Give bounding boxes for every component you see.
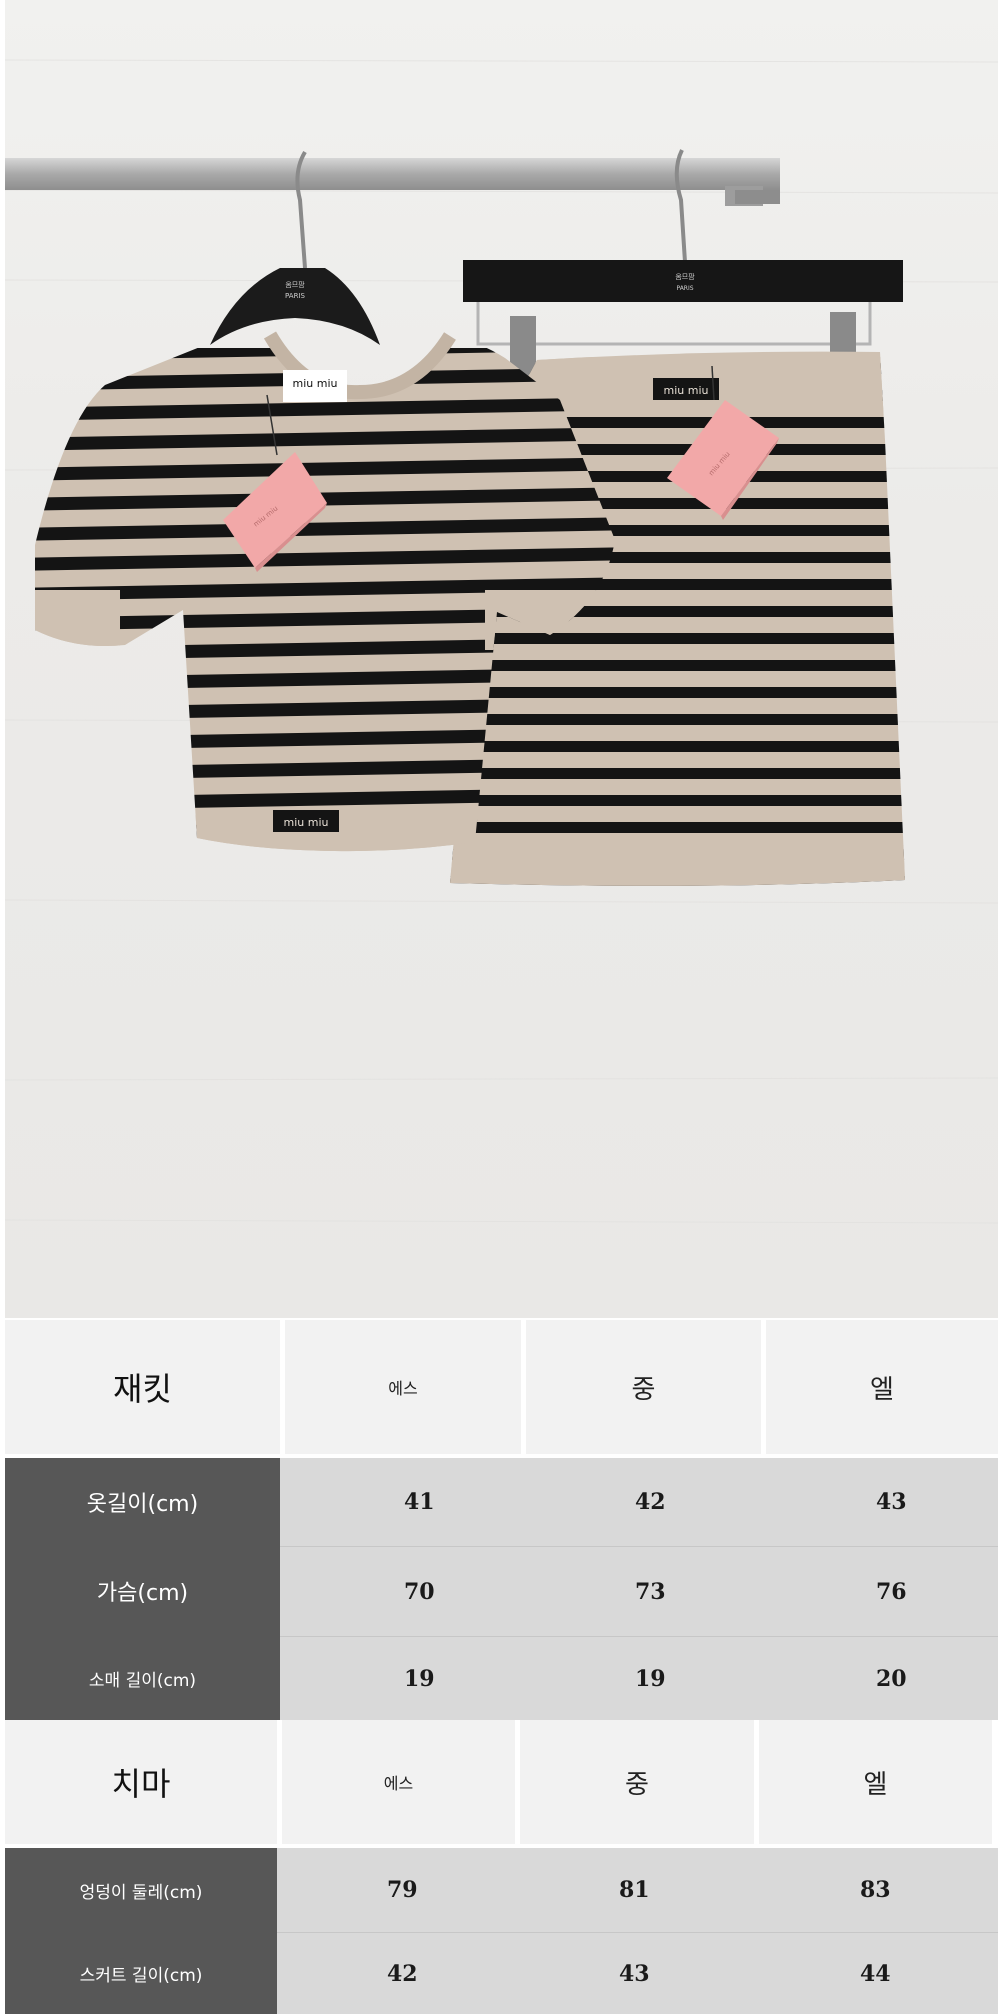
value-s: 79 <box>387 1877 418 1903</box>
value-m: 73 <box>635 1578 666 1605</box>
value-l: 43 <box>876 1489 907 1515</box>
value-l: 76 <box>876 1578 907 1605</box>
row-label-skirt-length: 스커트 길이(cm) <box>5 1932 277 2014</box>
svg-text:옴므팜: 옴므팜 <box>285 280 305 289</box>
jacket-header-row: 재킷 에스 중 엘 <box>5 1320 998 1454</box>
table-row: 엉덩이 둘레(cm) 79 81 83 <box>5 1848 998 1932</box>
clothing-rail <box>5 158 780 206</box>
table-row: 가슴(cm) 70 73 76 <box>5 1546 998 1636</box>
row-label-hip: 엉덩이 둘레(cm) <box>5 1848 277 1932</box>
skirt-size-s: 에스 <box>282 1720 515 1844</box>
value-s: 70 <box>404 1578 435 1605</box>
jacket-size-table: 재킷 에스 중 엘 옷길이(cm) 41 42 43 가슴(cm) 70 73 … <box>5 1318 998 1720</box>
svg-text:PARIS: PARIS <box>676 285 693 292</box>
row-label-sleeve: 소매 길이(cm) <box>5 1636 280 1720</box>
skirt-size-l: 엘 <box>759 1720 992 1844</box>
skirt-size-m: 중 <box>520 1720 754 1844</box>
skirt-header-row: 치마 에스 중 엘 <box>5 1720 998 1844</box>
value-s: 42 <box>387 1960 418 1987</box>
value-l: 83 <box>860 1877 891 1903</box>
row-label-length: 옷길이(cm) <box>5 1458 280 1546</box>
value-m: 81 <box>619 1877 650 1903</box>
svg-text:옴므팜: 옴므팜 <box>675 272 695 281</box>
value-m: 19 <box>635 1665 666 1692</box>
hanger-brand-text: PARIS <box>285 292 305 300</box>
row-label-chest: 가슴(cm) <box>5 1546 280 1636</box>
skirt-size-table: 치마 에스 중 엘 엉덩이 둘레(cm) 79 81 83 스커트 길이(cm)… <box>5 1720 998 2014</box>
neck-label-text: miu miu <box>293 377 338 390</box>
jacket-size-l: 엘 <box>766 1320 998 1454</box>
value-m: 43 <box>619 1960 650 1987</box>
value-s: 19 <box>404 1665 435 1692</box>
jacket-title: 재킷 <box>5 1320 280 1454</box>
table-row: 옷길이(cm) 41 42 43 <box>5 1458 998 1546</box>
value-l: 44 <box>860 1960 891 1987</box>
skirt-title: 치마 <box>5 1720 277 1844</box>
table-row: 스커트 길이(cm) 42 43 44 <box>5 1932 998 2014</box>
jacket-size-m: 중 <box>526 1320 761 1454</box>
top-logo-text: miu miu <box>284 816 329 829</box>
skirt-logo-text: miu miu <box>664 384 709 397</box>
product-photo: 옴므팜 PARIS 옴므팜 PARIS miu miu miu miu miu … <box>5 0 998 1318</box>
value-m: 42 <box>635 1489 666 1515</box>
value-l: 20 <box>876 1665 907 1692</box>
jacket-size-s: 에스 <box>285 1320 521 1454</box>
value-s: 41 <box>404 1489 435 1515</box>
table-row: 소매 길이(cm) 19 19 20 <box>5 1636 998 1720</box>
